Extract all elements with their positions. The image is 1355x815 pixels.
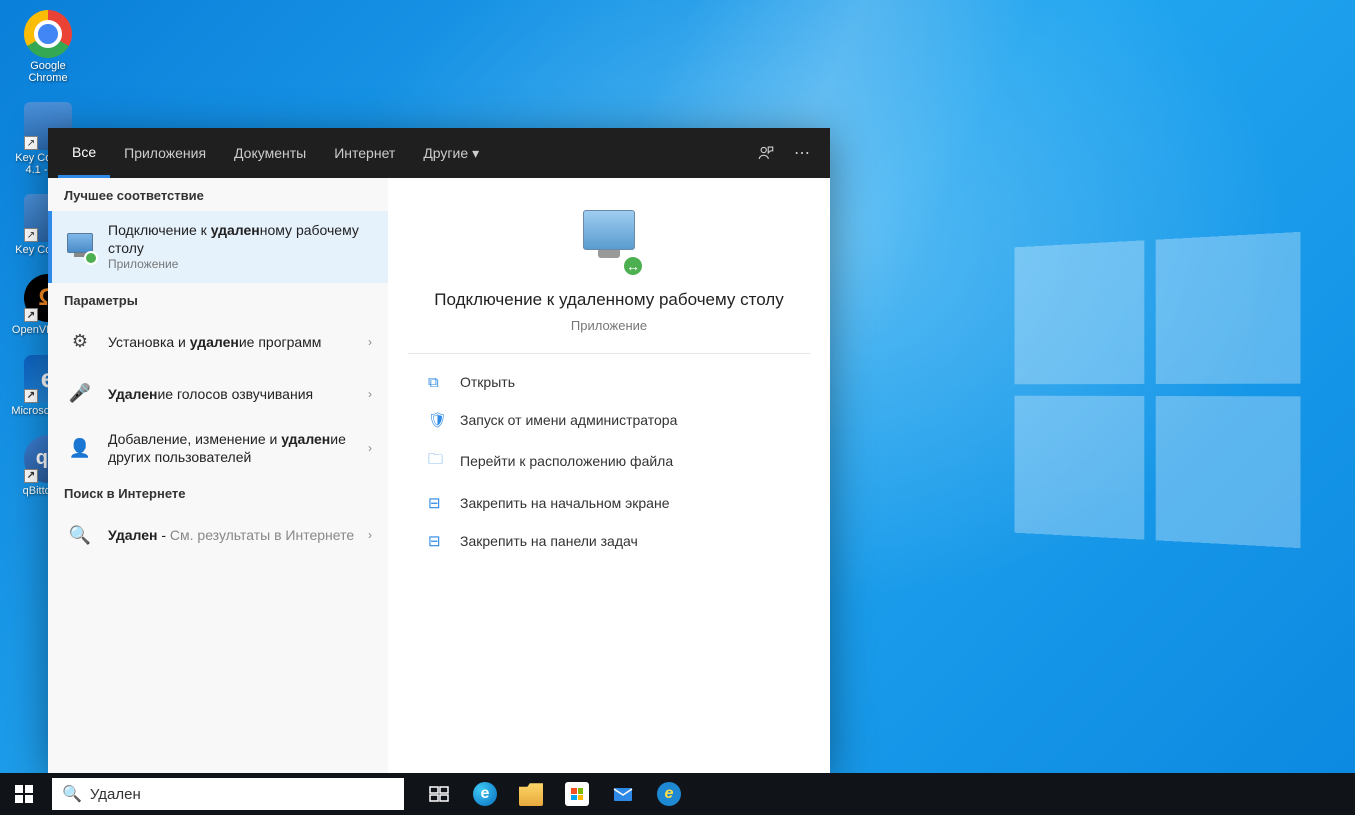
user-icon: 👤 [64, 432, 96, 464]
gear-icon: ⚙ [64, 326, 96, 358]
result-uninstall-programs[interactable]: ⚙ Установка и удаление программ › [48, 316, 388, 368]
taskbar-task-view[interactable] [416, 773, 462, 815]
remote-desktop-icon [64, 231, 96, 263]
folder-icon [519, 782, 543, 806]
shortcut-arrow-icon: ↗ [24, 389, 38, 403]
tab-apps[interactable]: Приложения [110, 128, 220, 178]
feedback-button[interactable] [748, 144, 784, 162]
ellipsis-icon: ⋯ [794, 143, 810, 163]
search-icon: 🔍 [62, 784, 82, 804]
result-manage-users[interactable]: 👤 Добавление, изменение и удаление други… [48, 420, 388, 476]
details-subtitle: Приложение [428, 318, 790, 333]
action-label: Открыть [460, 374, 515, 390]
remote-desktop-icon-large: ↔ [577, 210, 641, 274]
best-match-header: Лучшее соответствие [48, 178, 388, 211]
details-hero: ↔ Подключение к удаленному рабочему стол… [388, 178, 830, 353]
shield-icon: 🛡 [428, 411, 446, 429]
shortcut-arrow-icon: ↗ [24, 228, 38, 242]
chevron-right-icon: › [368, 387, 372, 401]
action-label: Закрепить на панели задач [460, 533, 638, 549]
store-icon [565, 782, 589, 806]
shortcut-arrow-icon: ↗ [24, 308, 38, 322]
open-icon: ⧉ [428, 374, 446, 391]
search-details-right: ↔ Подключение к удаленному рабочему стол… [388, 178, 830, 773]
taskbar-mail[interactable] [600, 773, 646, 815]
result-text: Удаление голосов озвучивания [108, 385, 356, 403]
windows-logo-icon [15, 785, 33, 803]
search-tabs: Все Приложения Документы Интернет Другие… [48, 128, 830, 178]
person-feedback-icon [757, 144, 775, 162]
task-view-icon [427, 782, 451, 806]
taskbar-ie[interactable]: e [646, 773, 692, 815]
wallpaper-windows-logo [1014, 232, 1300, 548]
search-input[interactable] [90, 786, 394, 803]
taskbar-explorer[interactable] [508, 773, 554, 815]
action-open[interactable]: ⧉ Открыть [408, 364, 810, 401]
taskbar-search[interactable]: 🔍 [52, 778, 404, 810]
result-remove-voices[interactable]: 🎤 Удаление голосов озвучивания › [48, 368, 388, 420]
result-remote-desktop[interactable]: Подключение к удаленному рабочему столу … [48, 211, 388, 283]
desktop-icon-chrome[interactable]: Google Chrome [10, 10, 86, 84]
shortcut-arrow-icon: ↗ [24, 469, 38, 483]
action-run-as-admin[interactable]: 🛡 Запуск от имени администратора [408, 401, 810, 439]
web-search-header: Поиск в Интернете [48, 476, 388, 509]
taskbar-apps: e e [416, 773, 692, 815]
action-pin-start[interactable]: ⊟ Закрепить на начальном экране [408, 484, 810, 522]
tab-all[interactable]: Все [58, 128, 110, 178]
pin-icon: ⊟ [428, 532, 446, 550]
chevron-right-icon: › [368, 441, 372, 455]
folder-icon: 🗀 [428, 449, 446, 474]
shortcut-arrow-icon: ↗ [24, 136, 38, 150]
details-title: Подключение к удаленному рабочему столу [428, 288, 790, 312]
result-text: Добавление, изменение и удаление других … [108, 430, 356, 466]
start-button[interactable] [0, 773, 48, 815]
search-icon: 🔍 [64, 519, 96, 551]
ie-icon: e [657, 782, 681, 806]
mail-icon [611, 782, 635, 806]
desktop: Google Chrome ↗ Key Collector 4.1 - Test… [0, 0, 1355, 815]
chrome-icon [24, 10, 72, 58]
microphone-icon: 🎤 [64, 378, 96, 410]
result-web-search[interactable]: 🔍 Удален - См. результаты в Интернете › [48, 509, 388, 561]
taskbar-store[interactable] [554, 773, 600, 815]
action-label: Закрепить на начальном экране [460, 495, 670, 511]
taskbar: 🔍 e e [0, 773, 1355, 815]
action-label: Запуск от имени администратора [460, 412, 677, 428]
pin-icon: ⊟ [428, 494, 446, 512]
action-label: Перейти к расположению файла [460, 453, 673, 469]
chevron-right-icon: › [368, 528, 372, 542]
chevron-right-icon: › [368, 335, 372, 349]
more-options-button[interactable]: ⋯ [784, 143, 820, 163]
desktop-icon-label: Google Chrome [10, 60, 86, 84]
result-text: Удален - См. результаты в Интернете [108, 526, 356, 544]
action-pin-taskbar[interactable]: ⊟ Закрепить на панели задач [408, 522, 810, 560]
search-results-left: Лучшее соответствие Подключение к удален… [48, 178, 388, 773]
edge-icon: e [473, 782, 497, 806]
result-text: Установка и удаление программ [108, 333, 356, 351]
details-actions: ⧉ Открыть 🛡 Запуск от имени администрато… [408, 353, 810, 570]
tab-docs[interactable]: Документы [220, 128, 320, 178]
chevron-down-icon: ▾ [472, 145, 479, 162]
tab-more-label: Другие [423, 145, 468, 161]
taskbar-edge[interactable]: e [462, 773, 508, 815]
start-search-panel: Все Приложения Документы Интернет Другие… [48, 128, 830, 773]
result-text: Подключение к удаленному рабочему столу … [108, 221, 372, 273]
settings-header: Параметры [48, 283, 388, 316]
tab-web[interactable]: Интернет [320, 128, 409, 178]
tab-more[interactable]: Другие ▾ [409, 128, 493, 178]
action-open-file-location[interactable]: 🗀 Перейти к расположению файла [408, 439, 810, 484]
